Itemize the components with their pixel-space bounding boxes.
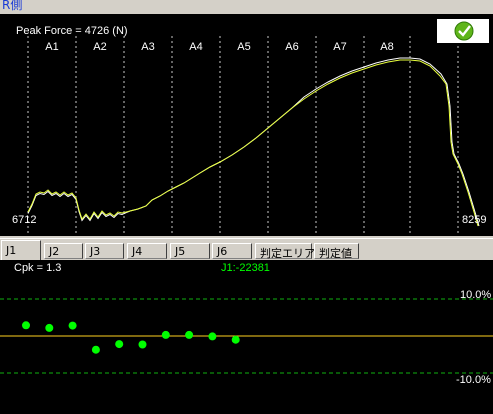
tab-j2[interactable]: J2 (44, 243, 83, 259)
data-point-1 (22, 321, 30, 330)
tab-judgement-area[interactable]: 判定エリア (255, 243, 315, 260)
zone-label-a5: A5 (237, 41, 250, 53)
data-point-7 (161, 330, 170, 339)
data-point-5 (115, 340, 124, 349)
cpk-label: Cpk = 1.3 (14, 262, 61, 274)
zone-label-a6: A6 (285, 41, 298, 53)
tab-j1[interactable]: J1 (1, 240, 41, 260)
cpk-scatter-svg: Cpk = 1.3 J1:-22381 10.0% -10.0% (0, 262, 493, 386)
ok-check-icon (437, 19, 489, 43)
zone-label-a8: A8 (380, 41, 393, 53)
zone-label-a1: A1 (45, 41, 58, 53)
tab-j4[interactable]: J4 (127, 243, 167, 259)
data-point-3 (68, 321, 77, 330)
tab-j3[interactable]: J3 (85, 243, 124, 259)
series-label: J1:-22381 (221, 262, 270, 274)
zone-divider-lines (27, 36, 459, 236)
force-curve-reference (27, 57, 480, 227)
data-points (22, 321, 240, 354)
peak-force-label: Peak Force = 4726 (N) (16, 25, 128, 37)
tab-j6[interactable]: J6 (212, 243, 252, 259)
window-title-strip: R側 (0, 0, 493, 14)
zone-label-a7: A7 (333, 41, 346, 53)
tab-j5[interactable]: J5 (170, 243, 210, 259)
force-curve-svg: A1 A2 A3 A4 A5 A6 A7 A8 Peak Force = 4726 (N) 6… (12, 19, 489, 236)
force-curve-chart: A1 A2 A3 A4 A5 A6 A7 A8 Peak Force = 4726 (N) 6… (0, 14, 493, 236)
cpk-scatter-chart: Cpk = 1.3 J1:-22381 10.0% -10.0% (0, 260, 493, 414)
data-point-8 (185, 330, 194, 339)
tab-judgement-value[interactable]: 判定値 (314, 243, 359, 260)
upper-limit-label: 10.0% (460, 289, 491, 301)
window-title-fragment: R側 (2, 0, 23, 12)
lower-limit-label: -10.0% (456, 374, 491, 386)
data-point-6 (138, 340, 147, 349)
data-point-4 (91, 345, 100, 354)
zone-label-a3: A3 (141, 41, 154, 53)
data-point-2 (45, 323, 54, 332)
judgement-tab-strip: J1 J2 J3 J4 J5 J6 判定エリア 判定値 (0, 238, 493, 261)
data-point-9 (208, 332, 217, 341)
left-value-label: 6712 (12, 214, 36, 226)
zone-label-a4: A4 (189, 41, 202, 53)
data-point-10 (231, 335, 240, 344)
right-value-label: 8259 (462, 214, 486, 226)
zone-label-a2: A2 (93, 41, 106, 53)
